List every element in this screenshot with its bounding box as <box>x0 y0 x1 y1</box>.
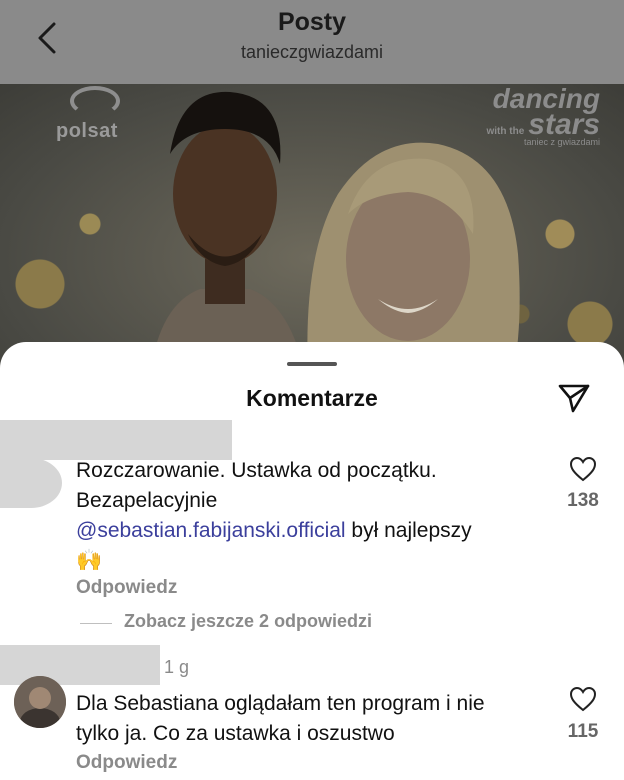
like-count: 115 <box>567 721 599 742</box>
avatar-photo <box>14 676 66 728</box>
comment-line: @sebastian.fabijanski.official był najle… <box>76 516 472 546</box>
page-title: Posty <box>277 8 347 36</box>
account-name[interactable]: tanieczgwiazdami <box>0 42 624 63</box>
comment-line: Bezapelacyjnie <box>76 489 218 512</box>
comment-line: Dla Sebastiana oglądałam ten program i n… <box>76 692 485 715</box>
like-count: 138 <box>567 490 599 511</box>
comment-timestamp: 1 g <box>164 657 190 677</box>
view-more-replies-button[interactable]: Zobacz jeszcze 2 odpowiedzi <box>124 611 372 632</box>
comment-emoji: 🙌 <box>76 549 103 572</box>
reply-button[interactable]: Odpowiedz <box>76 752 177 774</box>
redacted-avatar <box>0 458 62 508</box>
polsat-logo: polsat <box>56 120 118 142</box>
heart-icon <box>569 456 597 482</box>
user-mention-link[interactable]: @sebastian.fabijanski.official <box>76 519 346 542</box>
man-figure <box>150 91 305 374</box>
comments-title: Komentarze <box>246 385 378 411</box>
redacted-username <box>0 645 160 685</box>
comment-text: Dla Sebastiana oglądałam ten program i n… <box>76 689 485 749</box>
redacted-username <box>0 420 232 460</box>
comment-line-rest: był najlepszy <box>345 519 472 542</box>
paper-plane-icon <box>558 384 590 413</box>
reply-button[interactable]: Odpowiedz <box>76 577 177 599</box>
heart-icon <box>569 686 597 712</box>
comment-text: Rozczarowanie. Ustawka od początku. Beza… <box>76 456 472 576</box>
polsat-logo-mark <box>70 86 120 116</box>
like-button[interactable] <box>569 456 597 482</box>
comment-line: Rozczarowanie. Ustawka od początku. <box>76 459 437 482</box>
comment-line: tylko ja. Co za ustawka i oszustwo <box>76 722 395 745</box>
drag-handle[interactable] <box>287 362 337 366</box>
post-image: polsat dancing with the stars taniec z gw… <box>0 84 624 374</box>
woman-figure <box>307 142 520 374</box>
avatar[interactable] <box>14 676 66 728</box>
divider <box>80 623 112 624</box>
top-header: Posty tanieczgwiazdami <box>0 0 624 84</box>
like-button[interactable] <box>569 686 597 712</box>
share-button[interactable] <box>556 380 592 416</box>
